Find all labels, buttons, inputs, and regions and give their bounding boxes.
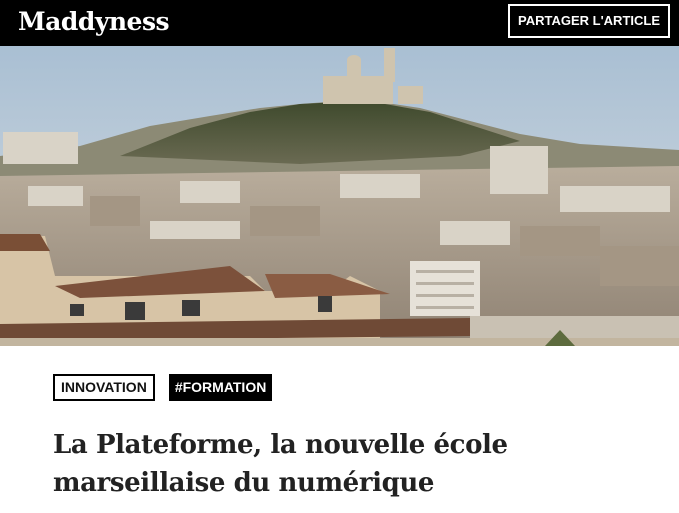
- site-logo[interactable]: Maddyness: [18, 6, 170, 38]
- marseille-cityscape-photo: [0, 46, 679, 346]
- article-tags: INNOVATION #FORMATION: [53, 374, 273, 401]
- site-header: Maddyness PARTAGER L'ARTICLE: [0, 0, 679, 46]
- hero-image: [0, 46, 679, 346]
- share-article-button[interactable]: PARTAGER L'ARTICLE: [508, 4, 670, 38]
- tag-innovation[interactable]: INNOVATION: [53, 374, 155, 401]
- tag-formation[interactable]: #FORMATION: [168, 374, 273, 401]
- article-title: La Plateforme, la nouvelle école marseil…: [53, 430, 508, 498]
